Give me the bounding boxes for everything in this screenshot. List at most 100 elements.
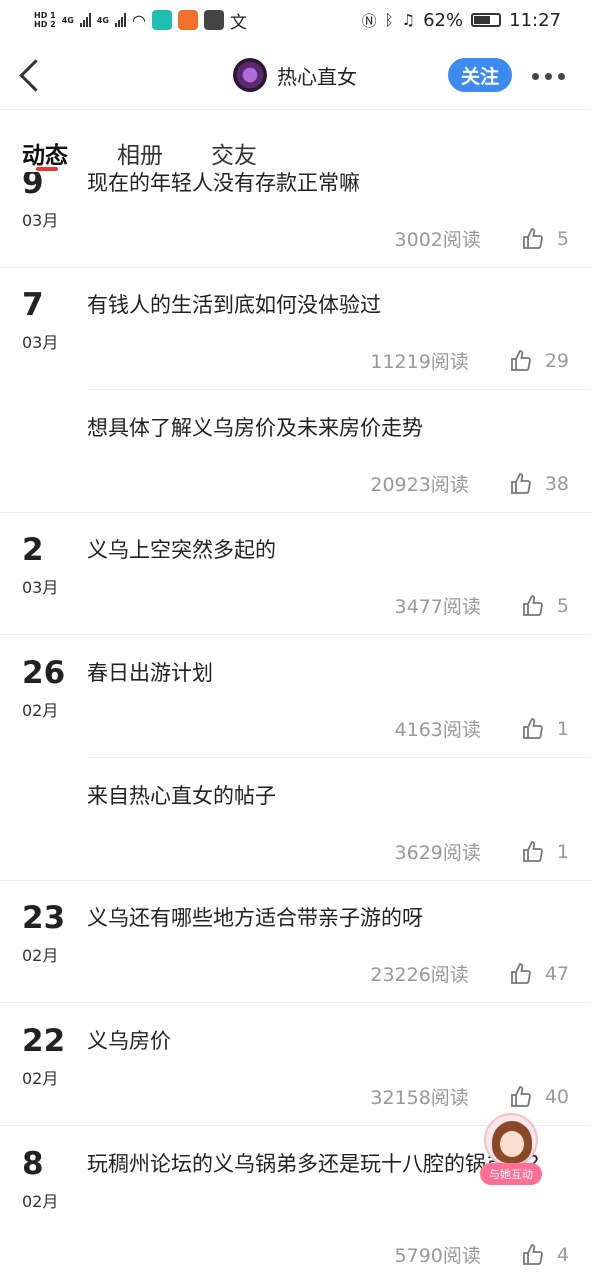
post-day: 2 bbox=[22, 532, 44, 568]
tab-active-indicator bbox=[36, 167, 58, 171]
profile-info[interactable]: 热心直女 bbox=[233, 58, 357, 92]
hd-indicator: HD 1 HD 2 bbox=[34, 11, 56, 29]
post-stats: 3002阅读 5 bbox=[395, 225, 569, 252]
divider bbox=[0, 1002, 591, 1003]
interact-label: 与她互动 bbox=[480, 1163, 542, 1185]
post-stats: 32158阅读 40 bbox=[370, 1083, 569, 1110]
divider bbox=[87, 389, 591, 390]
like-button[interactable]: 40 bbox=[509, 1085, 569, 1109]
signal-icon-2 bbox=[114, 13, 126, 27]
thumbs-up-icon bbox=[510, 349, 531, 371]
like-count: 5 bbox=[556, 227, 569, 250]
follow-button[interactable]: 关注 bbox=[448, 58, 512, 92]
post-day: 8 bbox=[22, 1146, 44, 1182]
thumbs-up-icon bbox=[523, 717, 543, 739]
post-month: 03月 bbox=[22, 333, 59, 352]
app-icon-dark bbox=[203, 10, 224, 30]
post-reads: 5790阅读 bbox=[394, 1245, 481, 1267]
profile-tabs: 动态 相册 交友 bbox=[0, 110, 591, 172]
post-title[interactable]: 义乌还有哪些地方适合带亲子游的呀 bbox=[87, 900, 557, 936]
thumbs-up-icon bbox=[510, 1085, 531, 1107]
thumbs-up-icon bbox=[510, 962, 531, 984]
back-arrow-icon[interactable] bbox=[16, 58, 42, 92]
hd2-label: HD 2 bbox=[34, 20, 56, 29]
post-month: 02月 bbox=[22, 946, 59, 965]
divider bbox=[0, 512, 591, 513]
post-month: 03月 bbox=[22, 211, 59, 230]
post-reads: 32158阅读 bbox=[370, 1087, 469, 1109]
like-button[interactable]: 1 bbox=[521, 840, 569, 864]
tab-album[interactable]: 相册 bbox=[117, 136, 163, 170]
bluetooth-icon: ᛒ bbox=[384, 11, 394, 29]
like-count: 40 bbox=[544, 1085, 569, 1108]
post-day: 23 bbox=[22, 900, 66, 936]
divider bbox=[0, 880, 591, 881]
post-day: 22 bbox=[22, 1023, 66, 1059]
more-options-icon[interactable] bbox=[532, 73, 565, 80]
signal-icon bbox=[79, 13, 91, 27]
thumbs-up-icon bbox=[523, 840, 543, 862]
like-count: 5 bbox=[556, 594, 569, 617]
like-button[interactable]: 29 bbox=[509, 349, 569, 373]
network-4g-1: 4G bbox=[61, 15, 74, 25]
nfc-icon: Ⓝ bbox=[361, 11, 377, 30]
like-button[interactable]: 4 bbox=[521, 1243, 569, 1267]
post-title[interactable]: 义乌上空突然多起的 bbox=[87, 532, 557, 568]
post-stats: 3477阅读 5 bbox=[395, 592, 569, 619]
post-stats: 5790阅读 4 bbox=[395, 1241, 569, 1268]
post-stats: 4163阅读 1 bbox=[395, 715, 569, 742]
battery-percent: 62% bbox=[423, 9, 464, 31]
post-reads: 3477阅读 bbox=[394, 596, 481, 618]
post-reads: 3629阅读 bbox=[394, 842, 481, 864]
post-day: 7 bbox=[22, 287, 44, 323]
app-icon-teal bbox=[151, 10, 172, 30]
like-count: 38 bbox=[544, 472, 569, 495]
like-button[interactable]: 5 bbox=[521, 594, 569, 618]
profile-header: 热心直女 关注 bbox=[0, 40, 591, 110]
thumbs-up-icon bbox=[510, 472, 531, 494]
post-month: 02月 bbox=[22, 1069, 59, 1088]
hd1-label: HD 1 bbox=[34, 11, 56, 20]
like-button[interactable]: 47 bbox=[509, 962, 569, 986]
network-4g-2: 4G bbox=[96, 15, 109, 25]
post-title[interactable]: 来自热心直女的帖子 bbox=[87, 778, 557, 814]
post-month: 02月 bbox=[22, 701, 59, 720]
post-stats: 20923阅读 38 bbox=[370, 470, 569, 497]
like-count: 1 bbox=[556, 717, 569, 740]
battery-icon bbox=[471, 13, 502, 27]
thumbs-up-icon bbox=[523, 594, 543, 616]
like-button[interactable]: 5 bbox=[521, 227, 569, 251]
like-count: 1 bbox=[556, 840, 569, 863]
post-month: 03月 bbox=[22, 578, 59, 597]
status-bar-left: HD 1 HD 2 4G 4G ◠ 文 bbox=[34, 8, 247, 33]
wifi-icon: ◠ bbox=[131, 10, 146, 30]
post-reads: 4163阅读 bbox=[394, 719, 481, 741]
thumbs-up-icon bbox=[523, 227, 543, 249]
post-title[interactable]: 义乌房价 bbox=[87, 1023, 557, 1059]
tab-friends[interactable]: 交友 bbox=[211, 136, 257, 170]
mute-icon: ♫ bbox=[401, 11, 416, 29]
app-icon-orange bbox=[177, 10, 198, 30]
nickname: 热心直女 bbox=[277, 64, 357, 89]
like-count: 4 bbox=[556, 1243, 569, 1266]
post-stats: 11219阅读 29 bbox=[370, 347, 569, 374]
post-stats: 3629阅读 1 bbox=[395, 838, 569, 865]
clock: 11:27 bbox=[509, 9, 561, 31]
tab-dynamic[interactable]: 动态 bbox=[22, 136, 68, 170]
post-title[interactable]: 有钱人的生活到底如何没体验过 bbox=[87, 287, 557, 323]
interact-floating-button[interactable]: 与她互动 bbox=[480, 1113, 542, 1187]
thumbs-up-icon bbox=[523, 1243, 543, 1265]
post-reads: 11219阅读 bbox=[370, 351, 469, 373]
divider bbox=[87, 757, 591, 758]
post-title[interactable]: 春日出游计划 bbox=[87, 655, 557, 691]
avatar[interactable] bbox=[233, 58, 267, 92]
like-button[interactable]: 38 bbox=[509, 472, 569, 496]
post-reads: 3002阅读 bbox=[394, 229, 481, 251]
like-button[interactable]: 1 bbox=[521, 717, 569, 741]
status-bar-right: Ⓝ ᛒ ♫ 62% 11:27 bbox=[362, 10, 561, 31]
post-month: 02月 bbox=[22, 1192, 59, 1211]
status-bar: HD 1 HD 2 4G 4G ◠ 文 Ⓝ ᛒ ♫ 62% 11:27 bbox=[0, 0, 591, 40]
divider bbox=[0, 267, 591, 268]
post-title[interactable]: 想具体了解义乌房价及未来房价走势 bbox=[87, 410, 557, 446]
post-day: 26 bbox=[22, 655, 66, 691]
